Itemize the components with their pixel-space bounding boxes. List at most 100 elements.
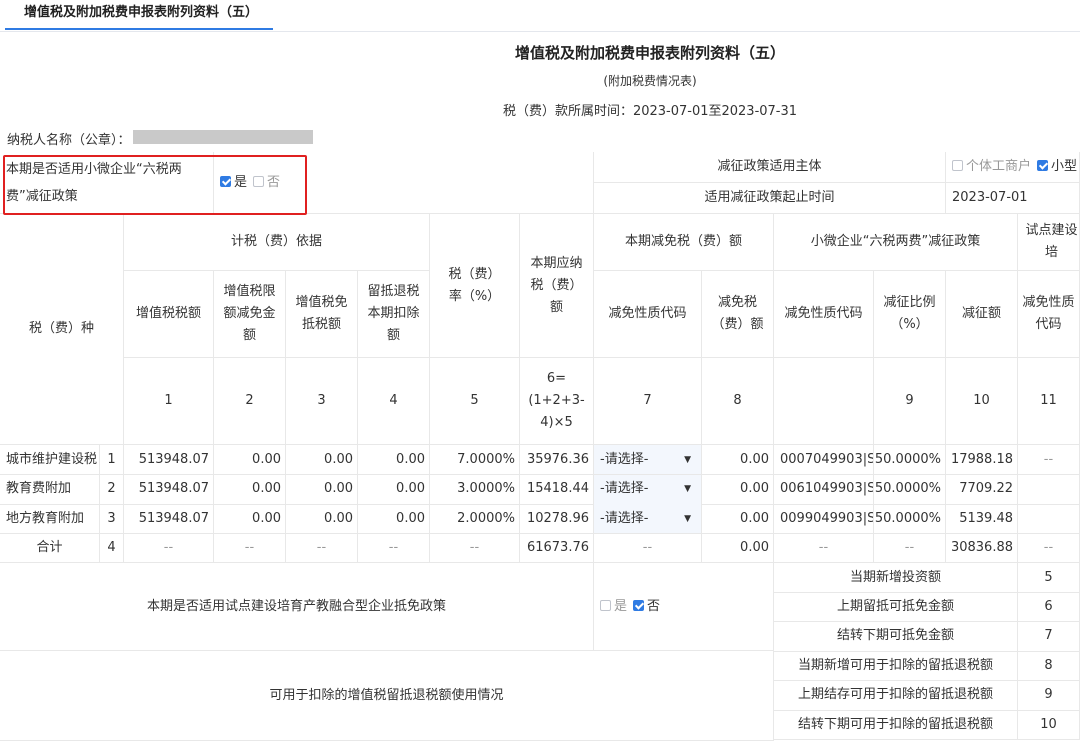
tax-period: 税（费）款所属时间：2023-07-01至2023-07-31 xyxy=(502,104,798,119)
header-n7: 7 xyxy=(594,358,702,445)
select-placeholder: -请选择- xyxy=(600,451,649,467)
subject-small[interactable]: 小型 xyxy=(1037,156,1077,178)
taxpayer-label: 纳税人名称（公章）： xyxy=(7,133,131,148)
row-3-v3: 0.00 xyxy=(286,504,358,535)
row-1-reduce: 17988.18 xyxy=(946,445,1018,475)
header-c2: 增值税限额减免金额 xyxy=(214,271,286,358)
row-1-ratio: 50.0000% xyxy=(874,445,946,475)
pilot-policy-question: 本期是否适用试点建设培育产教融合型企业抵免政策 xyxy=(0,563,594,651)
row-3-select[interactable]: -请选择- ▼ xyxy=(594,504,702,535)
total-payable: 61673.76 xyxy=(520,534,594,563)
chevron-down-icon: ▼ xyxy=(684,513,691,524)
pilot-item-label: 上期留抵可抵免金额 xyxy=(774,592,1018,623)
header-n6: 6=(1+2+3-4)×5 xyxy=(520,358,594,445)
refund-item-no: 8 xyxy=(1018,651,1080,681)
row-2-no: 2 xyxy=(100,474,124,505)
row-3-no: 3 xyxy=(100,504,124,535)
header-n4: 4 xyxy=(358,358,430,445)
row-3-v4: 0.00 xyxy=(358,504,430,535)
subject-options: 个体工商户 小型 xyxy=(946,152,1080,183)
header-c10: 减征额 xyxy=(946,271,1018,358)
header-basis: 计税（费）依据 xyxy=(124,214,430,271)
pilot-policy-no[interactable]: 否 xyxy=(633,596,660,618)
header-small: 小微企业“六税两费”减征政策 xyxy=(774,214,1018,271)
row-2-relief: 0.00 xyxy=(702,474,774,505)
header-n1: 1 xyxy=(124,358,214,445)
pilot-policy-yes[interactable]: 是 xyxy=(600,596,627,618)
total-label: 合计 xyxy=(0,534,100,563)
tab-appendix-5[interactable]: 增值税及附加税费申报表附列资料（五） xyxy=(5,0,273,30)
row-3-v1: 513948.07 xyxy=(124,504,214,535)
header-n9: 9 xyxy=(874,358,946,445)
row-2-pilot xyxy=(1018,474,1080,505)
row-3-rate: 2.0000% xyxy=(430,504,520,535)
header-pilot: 试点建设培 xyxy=(1018,214,1080,271)
row-3-name: 地方教育附加 xyxy=(0,504,100,535)
row-2-v4: 0.00 xyxy=(358,474,430,505)
row-1-rate: 7.0000% xyxy=(430,445,520,475)
refund-item-label: 上期结存可用于扣除的留抵退税额 xyxy=(774,680,1018,711)
total-ratio: -- xyxy=(874,534,946,563)
pilot-policy-options: 是 否 xyxy=(594,563,774,651)
page-title: 增值税及附加税费申报表附列资料（五） xyxy=(514,44,785,62)
taxpayer-name-redacted xyxy=(133,130,313,144)
chevron-down-icon: ▼ xyxy=(684,484,691,495)
row-3-payable: 10278.96 xyxy=(520,504,594,535)
row-1-v4: 0.00 xyxy=(358,445,430,475)
row-2-v1: 513948.07 xyxy=(124,474,214,505)
header-tax-type: 税（费）种 xyxy=(0,214,124,445)
checkbox-checked-icon xyxy=(1037,160,1049,171)
total-c5: -- xyxy=(430,534,520,563)
header-n2: 2 xyxy=(214,358,286,445)
row-1-relief: 0.00 xyxy=(702,445,774,475)
select-placeholder: -请选择- xyxy=(600,510,649,526)
select-placeholder: -请选择- xyxy=(600,481,649,497)
total-c7: -- xyxy=(594,534,702,563)
header-relief: 本期减免税（费）额 xyxy=(594,214,774,271)
row-2-v2: 0.00 xyxy=(214,474,286,505)
header-c9code: 减免性质代码 xyxy=(774,271,874,358)
header-c4: 留抵退税本期扣除额 xyxy=(358,271,430,358)
row-1-code: 0007049903|SX xyxy=(774,445,874,475)
header-payable: 本期应纳税（费）额 xyxy=(520,214,594,358)
row-1-v2: 0.00 xyxy=(214,445,286,475)
pilot-item-no: 6 xyxy=(1018,592,1080,623)
row-1-name: 城市维护建设税 xyxy=(0,445,100,475)
header-c7: 减免性质代码 xyxy=(594,271,702,358)
highlight-box xyxy=(3,155,307,215)
start-label: 适用减征政策起止时间 xyxy=(594,183,946,214)
header-n11: 11 xyxy=(1018,358,1080,445)
checkbox-icon xyxy=(952,160,963,171)
refund-label: 可用于扣除的增值税留抵退税额使用情况 xyxy=(0,651,774,741)
total-c2: -- xyxy=(214,534,286,563)
subject-individual[interactable]: 个体工商户 xyxy=(952,156,1031,178)
row-3-ratio: 50.0000% xyxy=(874,504,946,535)
header-n3: 3 xyxy=(286,358,358,445)
total-c1: -- xyxy=(124,534,214,563)
row-2-v3: 0.00 xyxy=(286,474,358,505)
row-3-reduce: 5139.48 xyxy=(946,504,1018,535)
header-c11: 减免性质代码 xyxy=(1018,271,1080,358)
yes-label: 是 xyxy=(614,598,628,614)
row-2-ratio: 50.0000% xyxy=(874,474,946,505)
row-2-name: 教育费附加 xyxy=(0,474,100,505)
subject-label: 减征政策适用主体 xyxy=(594,152,946,183)
row-1-pilot: -- xyxy=(1018,445,1080,475)
row-1-no: 1 xyxy=(100,445,124,475)
start-value: 2023-07-01 xyxy=(946,183,1080,214)
chevron-down-icon: ▼ xyxy=(684,454,691,465)
row-1-select[interactable]: -请选择- ▼ xyxy=(594,445,702,475)
individual-label: 个体工商户 xyxy=(966,159,1032,174)
refund-item-label: 当期新增可用于扣除的留抵退税额 xyxy=(774,651,1018,681)
page-subtitle: (附加税费情况表) xyxy=(603,74,697,88)
row-3-v2: 0.00 xyxy=(214,504,286,535)
header-c3: 增值税免抵税额 xyxy=(286,271,358,358)
row-3-code: 0099049903|SX xyxy=(774,504,874,535)
row-2-code: 0061049903|SX xyxy=(774,474,874,505)
total-relief: 0.00 xyxy=(702,534,774,563)
checkbox-checked-icon xyxy=(633,599,645,611)
header-rate: 税（费）率（%） xyxy=(430,214,520,358)
header-n-empty xyxy=(774,358,874,445)
row-2-select[interactable]: -请选择- ▼ xyxy=(594,474,702,505)
row-2-payable: 15418.44 xyxy=(520,474,594,505)
